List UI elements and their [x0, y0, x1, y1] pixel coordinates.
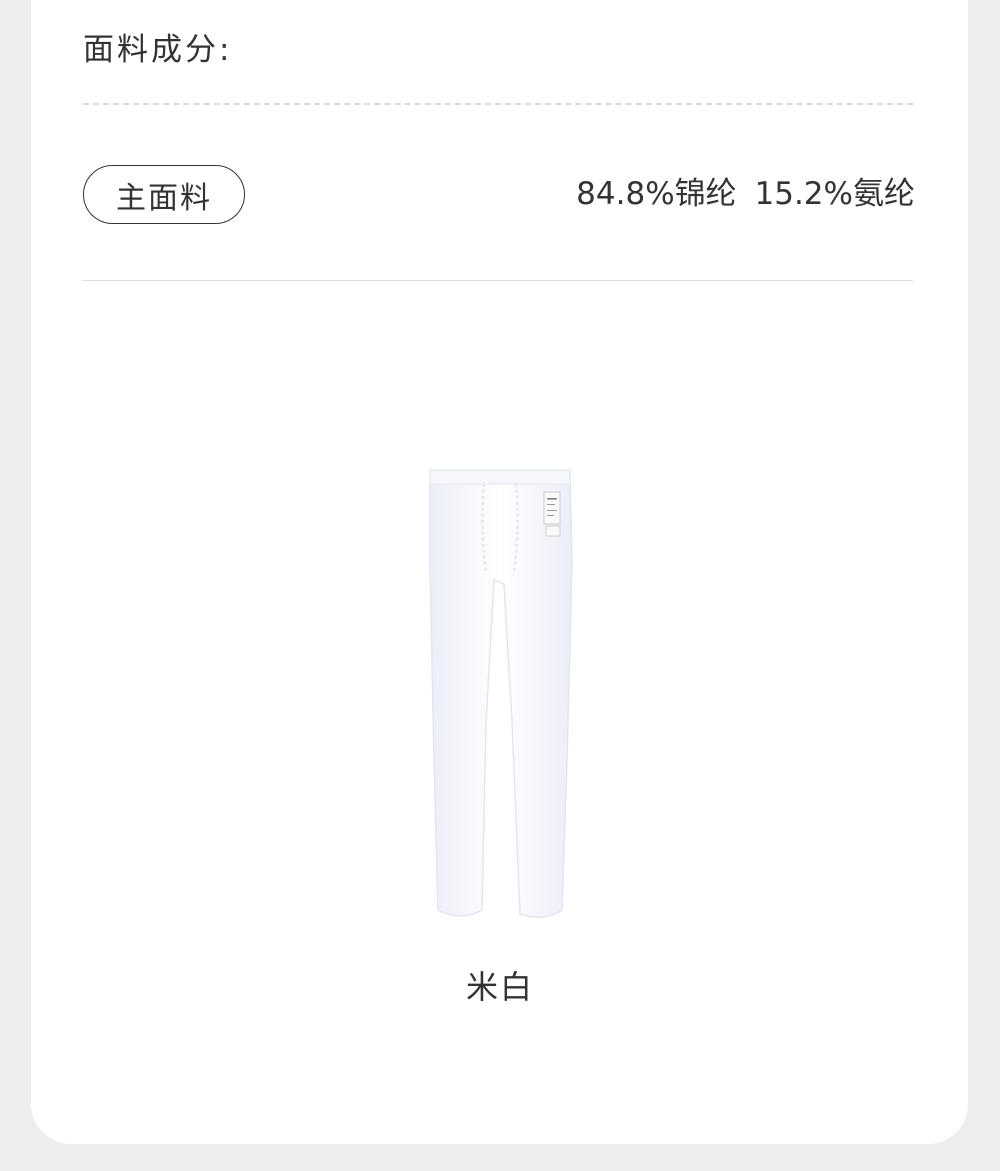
dashed-divider — [83, 103, 913, 105]
main-fabric-tag: 主面料 — [83, 165, 245, 224]
section-divider — [83, 280, 913, 281]
tights-illustration — [429, 469, 573, 918]
fabric-composition-title: 面料成分: — [83, 32, 233, 68]
fabric-composition-value: 84.8%锦纶 15.2%氨纶 — [576, 176, 915, 212]
white-tights-image — [420, 462, 582, 924]
color-name: 米白 — [465, 968, 534, 1006]
